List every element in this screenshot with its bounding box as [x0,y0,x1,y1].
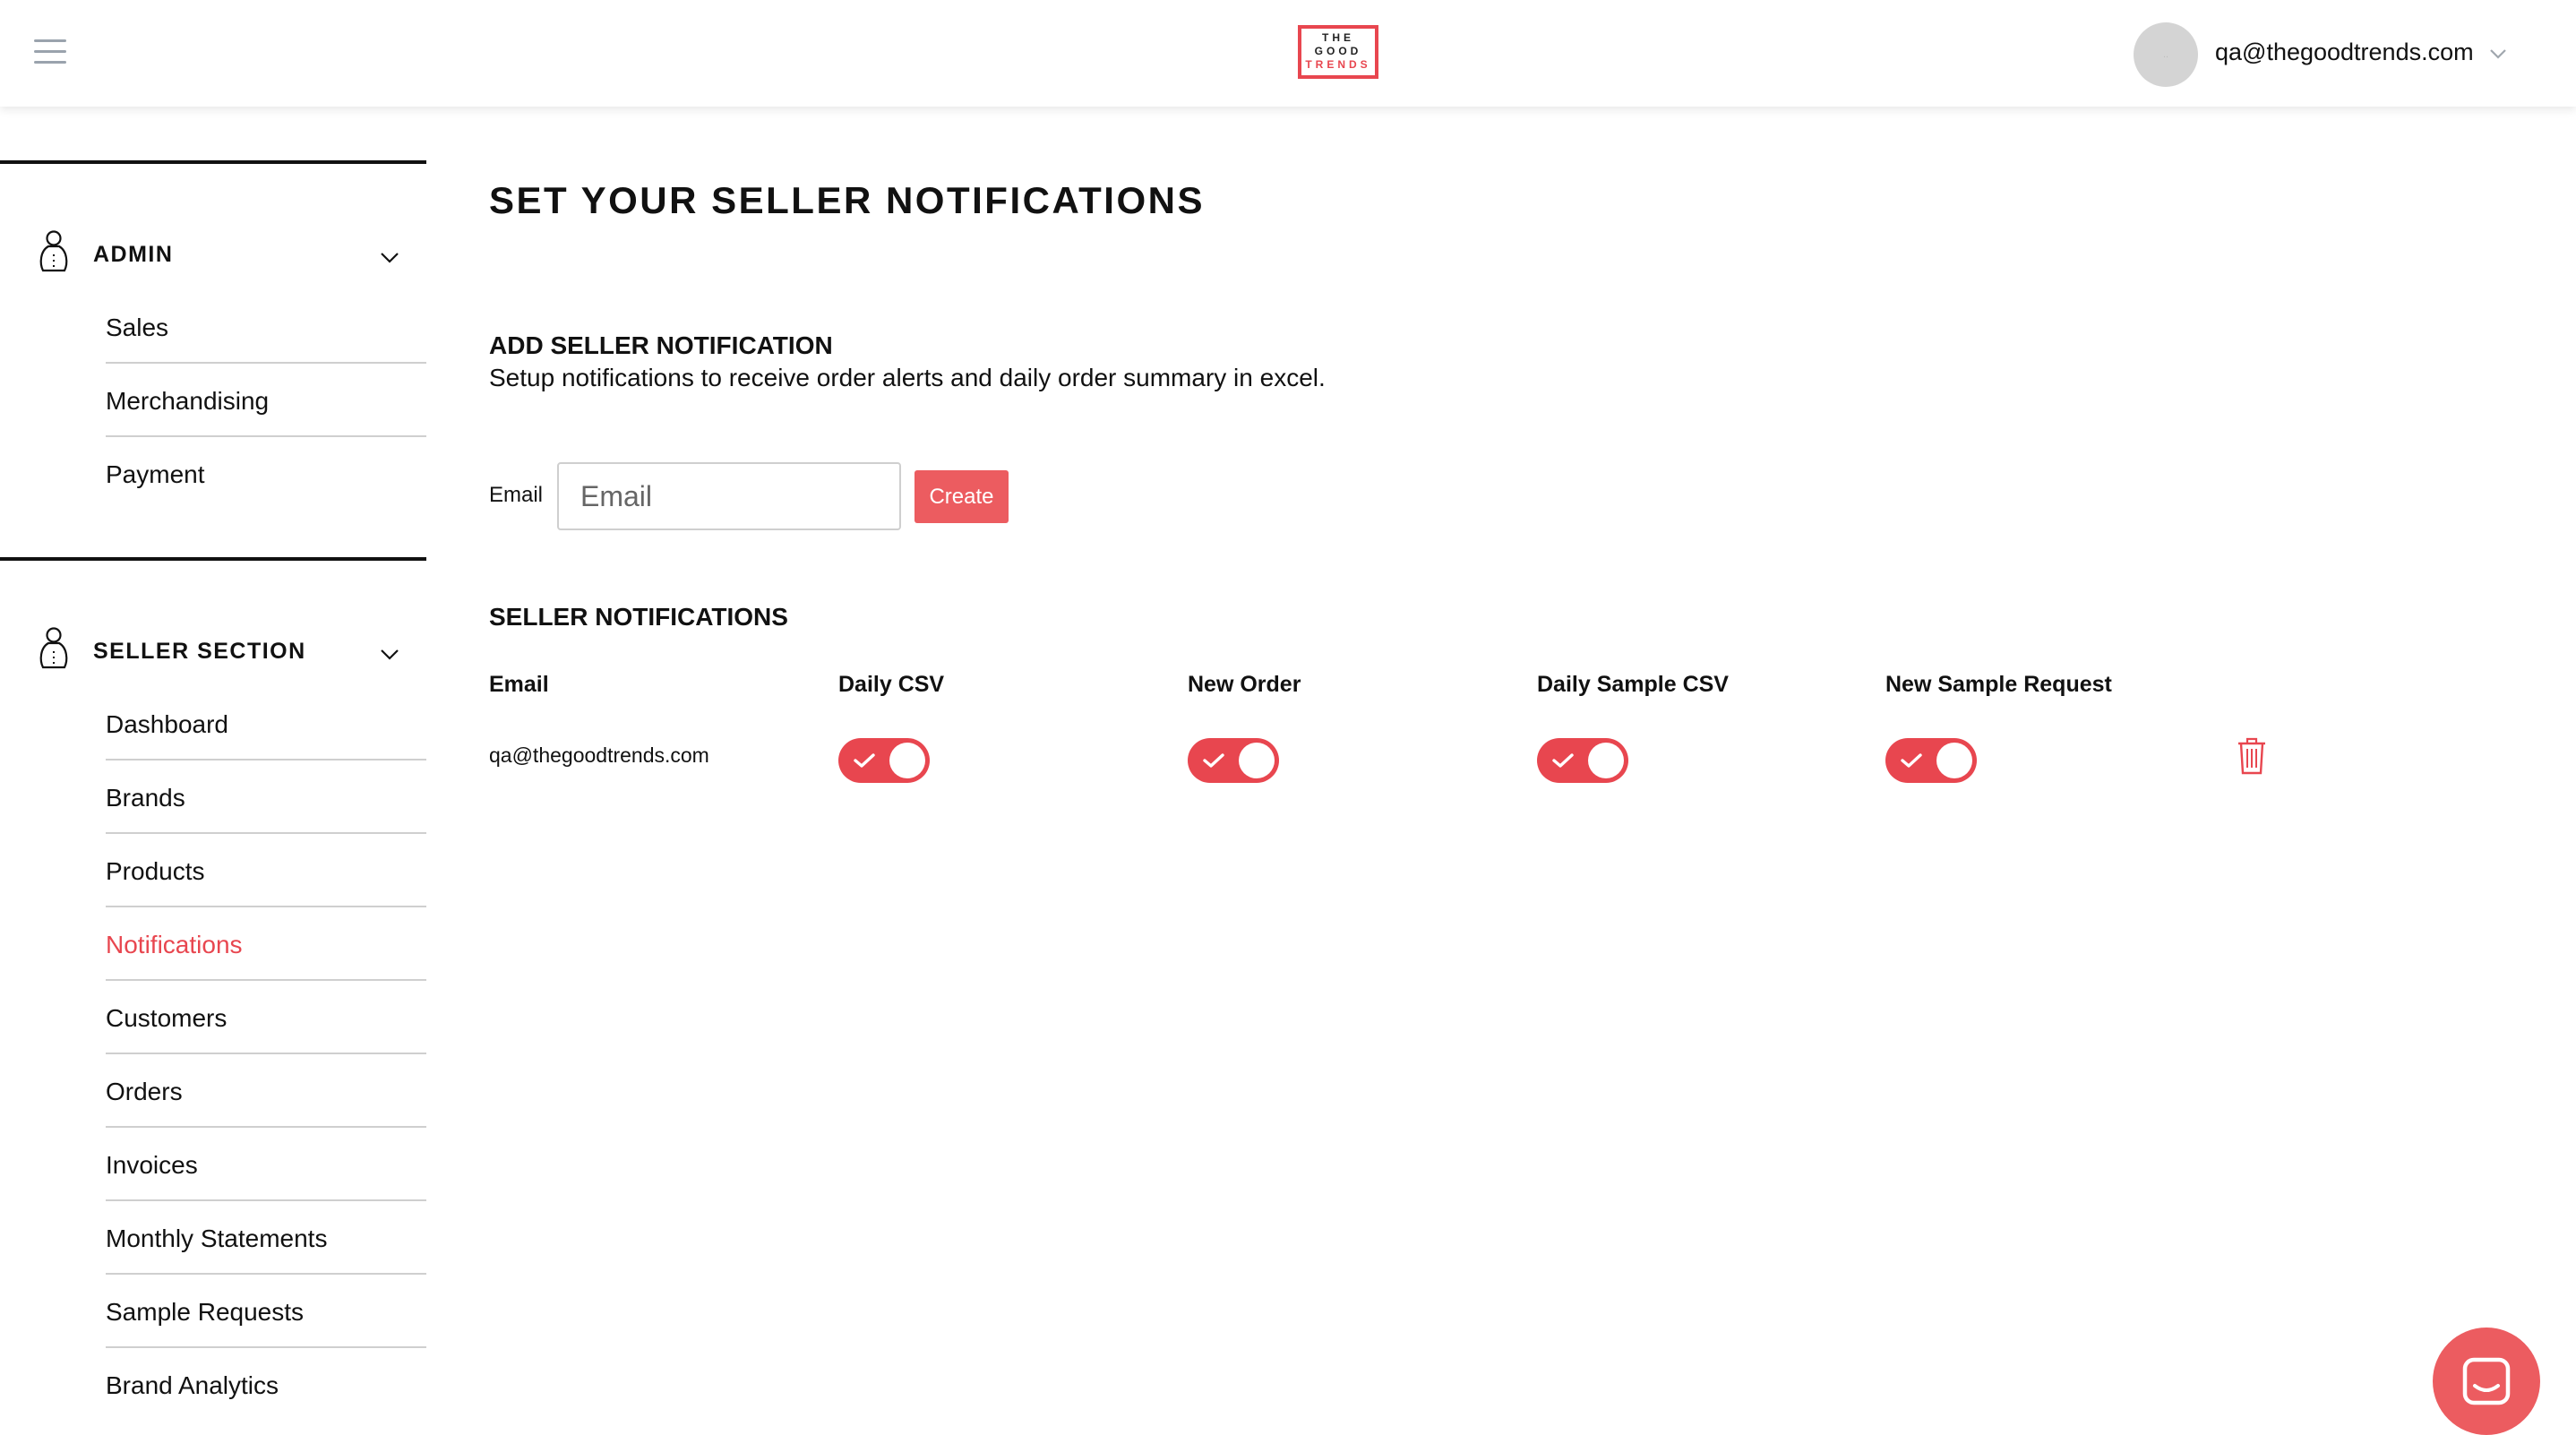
hamburger-icon[interactable] [34,39,66,66]
logo-line-3: TRENDS [1305,58,1371,71]
logo-line-1: THE [1322,31,1354,44]
sidebar-item-sample-requests[interactable]: Sample Requests [106,1275,426,1348]
sidebar-item-label: Sample Requests [106,1298,305,1326]
toggle-knob [1239,743,1275,778]
check-icon [1203,753,1224,768]
check-icon [854,753,875,768]
toggle-knob [889,743,925,778]
user-icon [36,624,72,671]
row-email: qa@thegoodtrends.com [489,743,709,767]
column-header-email: Email [489,672,549,697]
sidebar-item-dashboard[interactable]: Dashboard [106,687,426,760]
section-title: ADMIN [93,242,174,267]
chevron-down-icon [378,642,401,666]
seller-notifications-heading: SELLER NOTIFICATIONS [489,603,788,631]
toggle-daily-sample-csv[interactable] [1537,738,1628,783]
section-title: SELLER SECTION [93,639,306,664]
sidebar-item-label: Orders [106,1078,183,1105]
check-icon [1552,753,1574,768]
email-input[interactable] [557,462,901,530]
sidebar-item-label: Sales [106,314,169,341]
create-button[interactable]: Create [914,470,1009,523]
sidebar-item-orders[interactable]: Orders [106,1054,426,1128]
toggle-knob [1936,743,1972,778]
sidebar-item-brands[interactable]: Brands [106,760,426,834]
column-header-daily-sample-csv: Daily Sample CSV [1537,672,1729,697]
column-header-new-order: New Order [1188,672,1301,697]
sidebar-item-label: Products [106,857,205,885]
sidebar-item-brand-analytics[interactable]: Brand Analytics [106,1348,426,1422]
sidebar-item-label: Brands [106,784,185,812]
top-header: THE GOOD TRENDS .. qa@thegoodtrends.com [0,0,2576,107]
toggle-new-sample-request[interactable] [1885,738,1977,783]
logo-line-2: GOOD [1314,45,1362,57]
user-email[interactable]: qa@thegoodtrends.com [2215,39,2474,66]
chat-launcher-button[interactable] [2433,1328,2540,1435]
sidebar-item-label: Brand Analytics [106,1371,279,1399]
toggle-daily-csv[interactable] [838,738,930,783]
sidebar-section-admin[interactable]: ADMIN [36,228,426,278]
sidebar-item-label: Customers [106,1004,228,1032]
trash-icon[interactable] [2236,736,2268,776]
toggle-knob [1588,743,1624,778]
sidebar-item-payment[interactable]: Payment [106,437,426,511]
sidebar-item-customers[interactable]: Customers [106,981,426,1054]
sidebar-item-merchandising[interactable]: Merchandising [106,364,426,437]
sidebar-item-label: Merchandising [106,387,270,415]
section-divider [0,557,426,561]
section-divider [0,160,426,164]
user-icon [36,228,72,274]
sidebar-item-label: Notifications [106,931,243,958]
check-icon [1901,753,1922,768]
chat-icon [2462,1357,2511,1405]
toggle-new-order[interactable] [1188,738,1279,783]
sidebar-item-label: Payment [106,460,205,488]
add-notification-description: Setup notifications to receive order ale… [489,364,1326,391]
brand-logo[interactable]: THE GOOD TRENDS [1298,25,1378,79]
sidebar-item-label: Invoices [106,1151,198,1179]
sidebar-item-products[interactable]: Products [106,834,426,907]
sidebar-item-sales[interactable]: Sales [106,290,426,364]
page-title: SET YOUR SELLER NOTIFICATIONS [489,179,1205,221]
sidebar-item-notifications[interactable]: Notifications [106,907,426,981]
sidebar-item-monthly-statements[interactable]: Monthly Statements [106,1201,426,1275]
chevron-down-icon[interactable] [2486,41,2511,66]
column-header-new-sample-request: New Sample Request [1885,672,2112,697]
sidebar-item-label: Dashboard [106,710,228,738]
column-header-daily-csv: Daily CSV [838,672,945,697]
sidebar-item-invoices[interactable]: Invoices [106,1128,426,1201]
sidebar: ADMIN Sales Merchandising Payment SELLER… [0,107,426,1433]
sidebar-section-seller[interactable]: SELLER SECTION [36,624,426,675]
email-label: Email [489,483,544,507]
avatar[interactable]: .. [2134,22,2198,87]
sidebar-item-label: Monthly Statements [106,1224,328,1252]
add-notification-heading: ADD SELLER NOTIFICATION [489,331,833,359]
chevron-down-icon [378,245,401,269]
